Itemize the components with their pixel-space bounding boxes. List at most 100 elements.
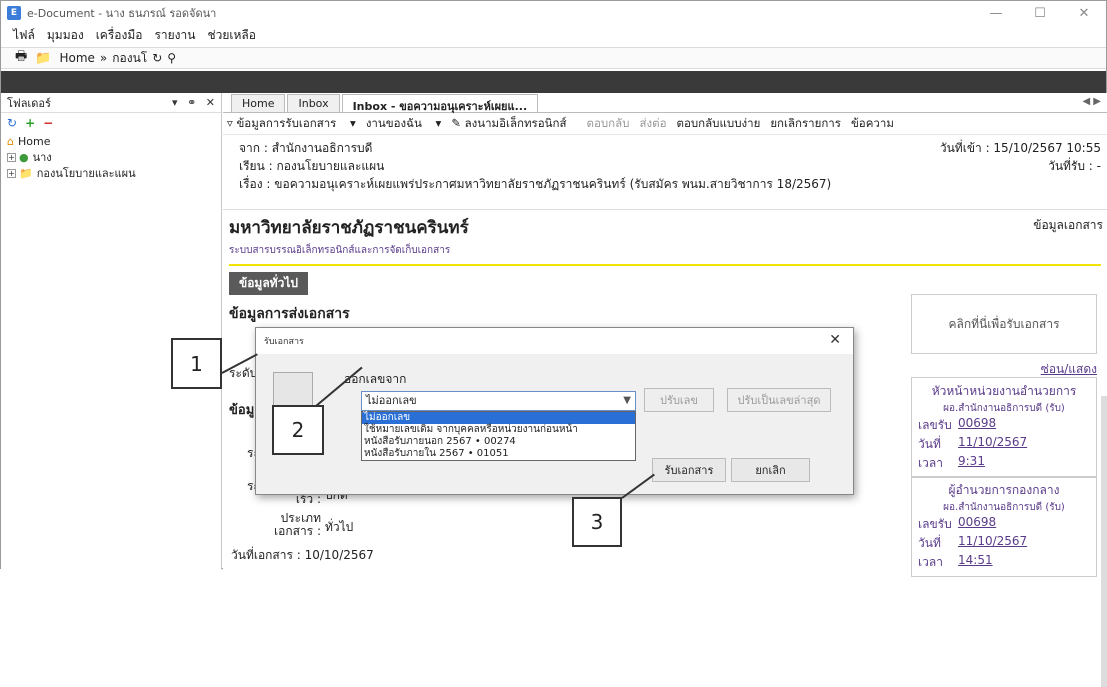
card-value[interactable]: 11/10/2567 <box>958 534 1027 553</box>
card-value[interactable]: 9:31 <box>958 454 985 473</box>
card-key: เวลา <box>918 456 943 470</box>
adjust-number-button[interactable]: ปรับเลข <box>644 388 714 412</box>
card-value[interactable]: 00698 <box>958 416 996 435</box>
cancel-button[interactable]: ยกเลิก <box>731 458 810 482</box>
expand-icon[interactable]: + <box>7 168 16 178</box>
menu-view[interactable]: มุมมอง <box>47 26 84 45</box>
action-bar: ▿ ข้อมูลการรับเอกสาร ▾ งานของฉัน ▾ ✎ ลงน… <box>223 113 1107 135</box>
card-key: วันที่ <box>918 437 941 451</box>
breadcrumb-folder[interactable]: กองนโ <box>112 49 147 68</box>
action-my-work[interactable]: งานของฉัน ▾ <box>366 115 441 133</box>
card-value[interactable]: 14:51 <box>958 553 993 572</box>
my-work-label: งานของฉัน <box>365 115 422 130</box>
scrollbar[interactable] <box>1101 396 1107 687</box>
menu-help[interactable]: ช่วยเหลือ <box>207 26 256 45</box>
receive-info-label: ข้อมูลการรับเอกสาร <box>236 115 337 130</box>
menu-tools[interactable]: เครื่องมือ <box>96 26 143 45</box>
title-bar: E e-Document - นาง ธนภรณ์ รอดจัดนา — ☐ ✕ <box>1 1 1106 25</box>
receive-dialog: รับเอกสาร ✕ ออกเลขจาก ไม่ออกเลข ▼ ไม่ออก… <box>255 327 854 495</box>
search-icon[interactable]: ⚲ <box>167 51 176 65</box>
doc-cut-label-2: ข้อมู <box>229 403 255 418</box>
doc-date: วันที่เอกสาร : 10/10/2567 <box>231 548 374 562</box>
doc-title: มหาวิทยาลัยราชภัฏราชนครินทร์ <box>229 218 469 238</box>
doc-type-label: ประเภท เอกสาร : <box>231 512 321 538</box>
menu-file[interactable]: ไฟล์ <box>13 26 35 45</box>
action-forward[interactable]: ส่งต่อ <box>639 115 666 133</box>
refresh-folder-icon[interactable]: ↻ <box>7 116 17 130</box>
card-key: เลขรับ <box>918 517 952 531</box>
select-value: ไม่ออกเลข <box>366 394 417 407</box>
callout-2: 2 <box>272 405 324 455</box>
route-card: หัวหน้าหน่วยงานอำนวยการ ผอ.สำนักงานอธิกา… <box>911 377 1097 478</box>
menu-bar: ไฟล์ มุมมอง เครื่องมือ รายงาน ช่วยเหลือ <box>1 25 1106 45</box>
print-icon[interactable]: 🖶 <box>15 47 27 69</box>
dialog-close-icon[interactable]: ✕ <box>829 332 841 348</box>
doc-info-label: ข้อมูลเอกสาร <box>1033 218 1103 232</box>
number-source-options: ไม่ออกเลข ใช้หมายเลขเดิม จากบุคคลหรือหน่… <box>361 411 636 461</box>
remove-icon[interactable]: − <box>43 116 53 130</box>
action-message[interactable]: ข้อความ <box>851 115 894 133</box>
folder-icon: 📁 <box>35 50 52 66</box>
tree-item-home[interactable]: ⌂ Home <box>1 133 221 149</box>
menu-report[interactable]: รายงาน <box>154 26 195 45</box>
app-icon: E <box>7 6 21 20</box>
folder-pane: โฟลเดอร์ ▾ ⚭ ✕ ↻ + − ⌂ Home + ● นาง + 📁 … <box>1 93 222 570</box>
card-sub: ผอ.สำนักงานอธิการบดี (รับ) <box>943 502 1065 513</box>
option[interactable]: ใช้หมายเลขเดิม จากบุคคลหรือหน่วยงานก่อนห… <box>362 424 635 436</box>
tab-general-info[interactable]: ข้อมูลทั่วไป <box>229 272 308 295</box>
close-button[interactable]: ✕ <box>1062 1 1106 25</box>
esign-label: ลงนามอิเล็กทรอนิกส์ <box>464 115 567 130</box>
add-icon[interactable]: + <box>25 116 35 130</box>
action-receive-info[interactable]: ▿ ข้อมูลการรับเอกสาร ▾ <box>227 115 356 133</box>
receive-document-button[interactable]: คลิกที่นี่เพื่อรับเอกสาร <box>911 294 1097 354</box>
tree-label: Home <box>17 134 51 148</box>
pane-close-icon[interactable]: ✕ <box>206 96 215 109</box>
chevron-down-icon[interactable]: ▼ <box>623 392 631 410</box>
message-date-recv: วันที่รับ : - <box>1048 159 1101 173</box>
card-key: เลขรับ <box>918 418 952 432</box>
pane-dropdown-icon[interactable]: ▾ <box>172 96 178 109</box>
action-cancel-item[interactable]: ยกเลิกรายการ <box>770 115 841 133</box>
route-card: ผู้อำนวยการกองกลาง ผอ.สำนักงานอธิการบดี … <box>911 476 1097 577</box>
tab-home[interactable]: Home <box>231 94 286 112</box>
doc-type-value: ทั่วไป <box>325 520 354 534</box>
message-subject: เรื่อง : ขอความอนุเคราะห์เผยแพร่ประกาศมห… <box>239 177 832 191</box>
tab-scroll-icon[interactable]: ◀ ▶ <box>1082 96 1101 107</box>
callout-1: 1 <box>171 338 222 389</box>
action-reply[interactable]: ตอบกลับ <box>586 115 629 133</box>
receive-button[interactable]: รับเอกสาร <box>652 458 726 482</box>
folder-icon: 📁 <box>19 166 33 180</box>
tab-inbox[interactable]: Inbox <box>287 94 340 112</box>
option[interactable]: ไม่ออกเลข <box>362 412 635 424</box>
card-value[interactable]: 11/10/2567 <box>958 435 1027 454</box>
latest-number-button[interactable]: ปรับเป็นเลขล่าสุด <box>727 388 831 412</box>
action-esign[interactable]: ✎ ลงนามอิเล็กทรอนิกส์ <box>451 115 576 133</box>
breadcrumb-home[interactable]: Home <box>59 51 94 65</box>
card-head: ผู้อำนวยการกองกลาง <box>948 483 1060 497</box>
type-label-2: เอกสาร : <box>274 524 321 538</box>
card-key: วันที่ <box>918 536 941 550</box>
card-key: เวลา <box>918 555 943 569</box>
user-icon: ● <box>19 150 29 164</box>
divider <box>229 264 1101 266</box>
card-sub: ผอ.สำนักงานอธิการบดี (รับ) <box>943 403 1065 414</box>
action-simple-reply[interactable]: ตอบกลับแบบง่าย <box>677 115 761 133</box>
card-value[interactable]: 00698 <box>958 515 996 534</box>
refresh-icon[interactable]: ↻ <box>152 51 162 65</box>
option[interactable]: หนังสือรับภายใน 2567 • 01051 <box>362 448 635 460</box>
doc-subtitle: ระบบสารบรรณอิเล็กทรอนิกส์และการจัดเก็บเอ… <box>229 245 451 256</box>
number-source-select[interactable]: ไม่ออกเลข ▼ <box>361 391 636 411</box>
option[interactable]: หนังสือรับภายนอก 2567 • 00274 <box>362 436 635 448</box>
maximize-button[interactable]: ☐ <box>1018 1 1062 25</box>
breadcrumb-separator: » <box>99 51 108 65</box>
callout-3: 3 <box>572 497 622 547</box>
breadcrumb: 📁 Home » กองนโ ↻ ⚲ <box>35 49 176 68</box>
tab-message[interactable]: Inbox - ขอความอนุเคราะห์เผยแ... <box>341 94 539 113</box>
minimize-button[interactable]: — <box>974 1 1018 25</box>
expand-icon[interactable]: + <box>7 152 16 162</box>
pin-icon[interactable]: ⚭ <box>187 96 196 109</box>
tree-item-user[interactable]: + ● นาง <box>1 149 221 165</box>
tree-item-policy[interactable]: + 📁 กองนโยบายและแผน <box>1 165 221 181</box>
toolbar: 🖶 📁 Home » กองนโ ↻ ⚲ <box>1 47 1106 69</box>
message-date-in: วันที่เข้า : 15/10/2567 10:55 <box>939 141 1101 155</box>
